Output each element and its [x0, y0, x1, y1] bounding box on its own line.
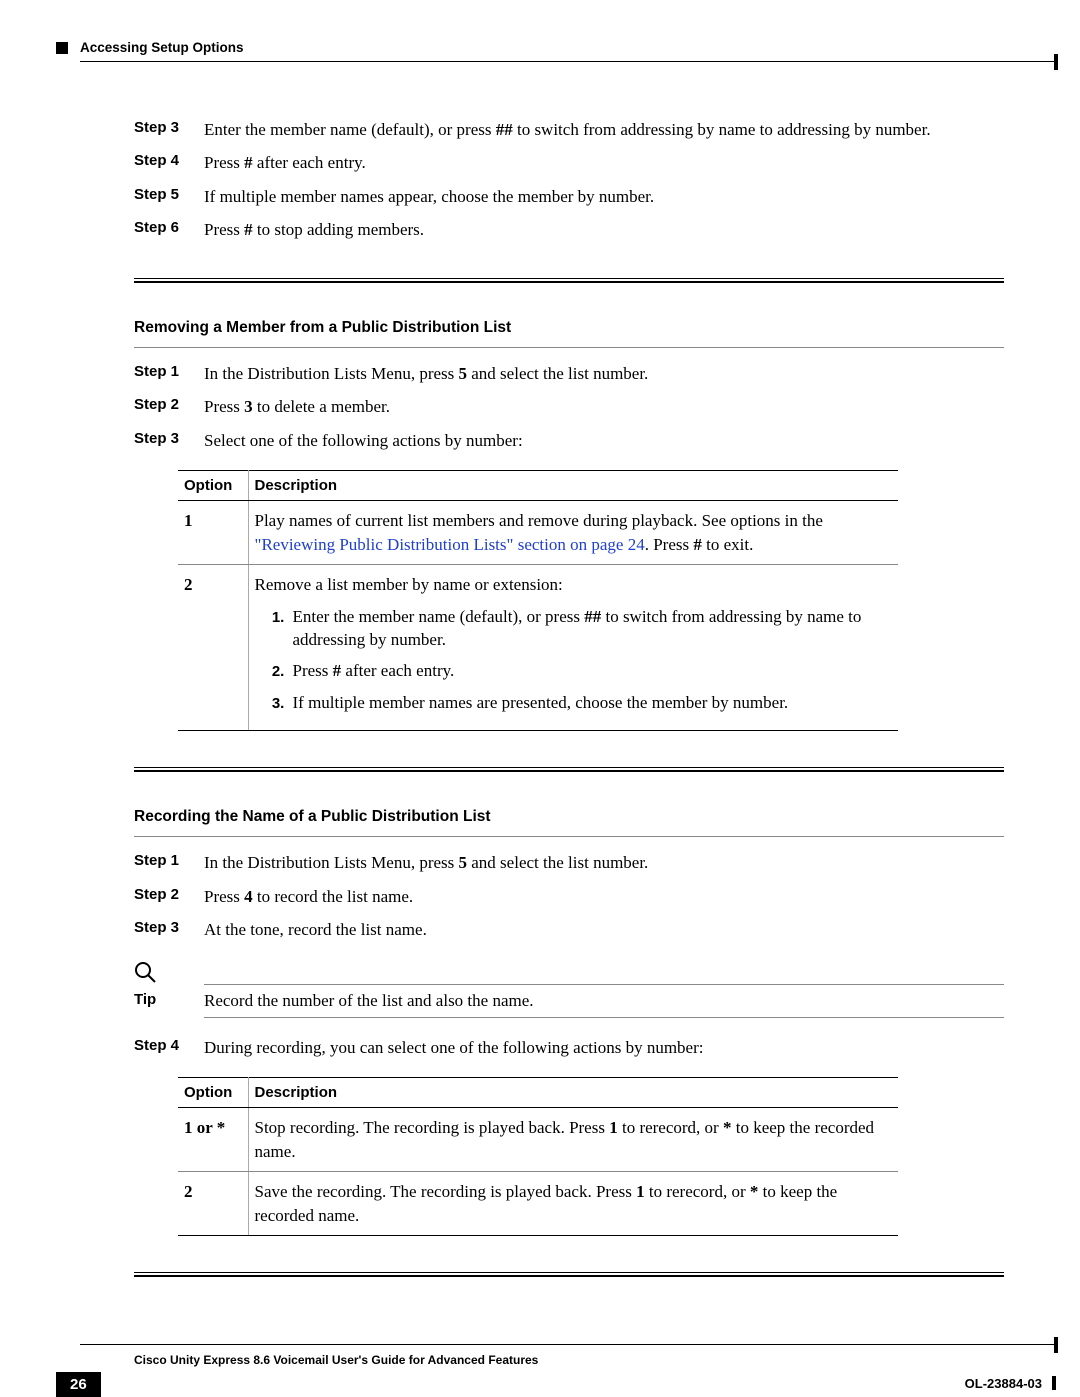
- header-rule: [80, 61, 1056, 62]
- step-text: During recording, you can select one of …: [204, 1036, 1004, 1059]
- th-description: Description: [248, 471, 898, 501]
- footer-title: Cisco Unity Express 8.6 Voicemail User's…: [134, 1353, 538, 1367]
- step-text: At the tone, record the list name.: [204, 918, 1004, 941]
- step-text: In the Distribution Lists Menu, press 5 …: [204, 851, 1004, 874]
- doc-id: OL-23884-03: [965, 1376, 1056, 1391]
- step-row: Step 4 Press # after each entry.: [134, 151, 1004, 174]
- opt-cell: 2: [178, 1172, 248, 1236]
- th-description: Description: [248, 1078, 898, 1108]
- th-option: Option: [178, 471, 248, 501]
- desc-cell: Stop recording. The recording is played …: [248, 1108, 898, 1172]
- step-text: Press 3 to delete a member.: [204, 395, 1004, 418]
- footer-rule: [80, 1344, 1056, 1345]
- step-label: Step 1: [134, 362, 204, 385]
- step-row: Step 3 Enter the member name (default), …: [134, 118, 1004, 141]
- opt-cell: 2: [178, 565, 248, 731]
- step-label: Step 3: [134, 918, 204, 941]
- step-row: Step 1 In the Distribution Lists Menu, p…: [134, 362, 1004, 385]
- step-label: Step 4: [134, 151, 204, 174]
- options-table-1: Option Description 1 Play names of curre…: [178, 470, 898, 731]
- step-row: Step 2 Press 3 to delete a member.: [134, 395, 1004, 418]
- step-label: Step 1: [134, 851, 204, 874]
- step-text: Press 4 to record the list name.: [204, 885, 1004, 908]
- step-label: Step 2: [134, 885, 204, 908]
- step-label: Step 2: [134, 395, 204, 418]
- subheading: Removing a Member from a Public Distribu…: [56, 319, 1004, 337]
- table-row: 1 Play names of current list members and…: [178, 501, 898, 565]
- step-text: Select one of the following actions by n…: [204, 429, 1004, 452]
- step-row: Step 5 If multiple member names appear, …: [134, 185, 1004, 208]
- step-label: Step 3: [134, 118, 204, 141]
- list-item: Press # after each entry.: [289, 659, 893, 682]
- step-row: Step 3 Select one of the following actio…: [134, 429, 1004, 452]
- section-separator: [134, 1272, 1004, 1277]
- step-row: Step 3 At the tone, record the list name…: [134, 918, 1004, 941]
- tip-icon: [134, 958, 204, 986]
- step-label: Step 4: [134, 1036, 204, 1059]
- step-row: Step 2 Press 4 to record the list name.: [134, 885, 1004, 908]
- table-row: 2 Save the recording. The recording is p…: [178, 1172, 898, 1236]
- table-row: 1 or * Stop recording. The recording is …: [178, 1108, 898, 1172]
- header-marker-icon: [56, 42, 68, 54]
- step-text: Press # to stop adding members.: [204, 218, 1004, 241]
- running-header: Accessing Setup Options: [80, 40, 244, 55]
- step-text: Press # after each entry.: [204, 151, 1004, 174]
- section-separator: [134, 278, 1004, 283]
- step-text: Enter the member name (default), or pres…: [204, 118, 1004, 141]
- step-row: Step 6 Press # to stop adding members.: [134, 218, 1004, 241]
- subheading: Recording the Name of a Public Distribut…: [56, 808, 1004, 826]
- table-row: 2 Remove a list member by name or extens…: [178, 565, 898, 731]
- subheading-underline: [134, 836, 1004, 837]
- list-item: If multiple member names are presented, …: [289, 691, 893, 714]
- step-text: In the Distribution Lists Menu, press 5 …: [204, 362, 1004, 385]
- section-separator: [134, 767, 1004, 772]
- tip-text: Record the number of the list and also t…: [204, 991, 1004, 1011]
- opt-cell: 1 or *: [178, 1108, 248, 1172]
- step-text: If multiple member names appear, choose …: [204, 185, 1004, 208]
- tip-label: Tip: [134, 991, 204, 1011]
- list-item: Enter the member name (default), or pres…: [289, 605, 893, 652]
- opt-cell: 1: [178, 501, 248, 565]
- desc-cell: Remove a list member by name or extensio…: [248, 565, 898, 731]
- cross-ref-link[interactable]: "Reviewing Public Distribution Lists" se…: [255, 535, 645, 554]
- subheading-underline: [134, 347, 1004, 348]
- th-option: Option: [178, 1078, 248, 1108]
- step-row: Step 1 In the Distribution Lists Menu, p…: [134, 851, 1004, 874]
- options-table-2: Option Description 1 or * Stop recording…: [178, 1077, 898, 1236]
- step-label: Step 5: [134, 185, 204, 208]
- tip-rule-bottom: [204, 1017, 1004, 1018]
- step-row: Step 4 During recording, you can select …: [134, 1036, 1004, 1059]
- step-label: Step 3: [134, 429, 204, 452]
- step-label: Step 6: [134, 218, 204, 241]
- desc-cell: Play names of current list members and r…: [248, 501, 898, 565]
- tip-rule-top: [204, 984, 1004, 985]
- page-number: 26: [56, 1372, 101, 1397]
- desc-cell: Save the recording. The recording is pla…: [248, 1172, 898, 1236]
